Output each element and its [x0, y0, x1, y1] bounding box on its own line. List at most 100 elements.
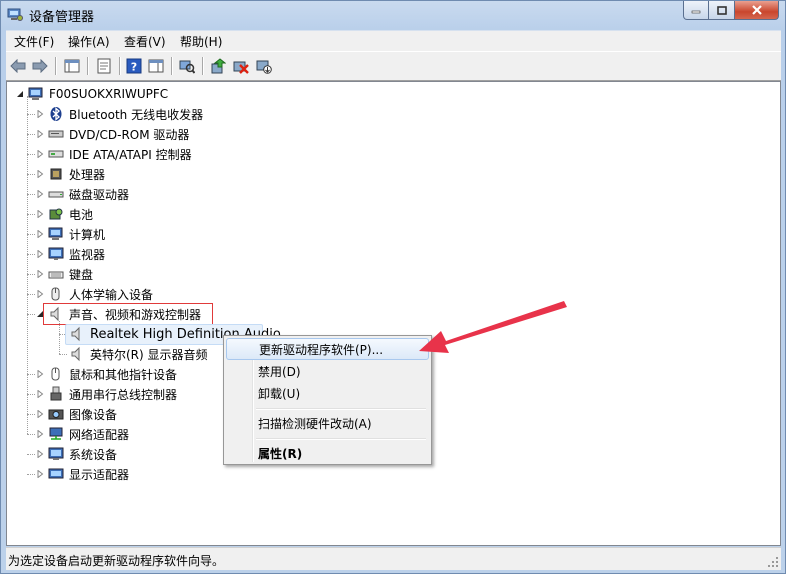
tree-category[interactable]: 网络适配器	[35, 425, 129, 443]
title-bar[interactable]: 设备管理器	[1, 1, 785, 29]
tree-category[interactable]: 电池	[35, 205, 93, 223]
disk-drive-icon	[48, 186, 64, 202]
processor-icon	[48, 166, 64, 182]
update-driver-button[interactable]	[208, 56, 228, 76]
tree-category[interactable]: 鼠标和其他指针设备	[35, 365, 177, 383]
device-tree[interactable]: F00SUOKXRIWUPFC Bluetooth 无线电收发器 DVD/CD-R…	[6, 81, 781, 546]
close-button[interactable]	[735, 1, 779, 20]
highlight-box	[43, 303, 213, 325]
keyboard-icon	[48, 266, 64, 282]
forward-button[interactable]	[30, 56, 50, 76]
help-button[interactable]: ?	[124, 56, 144, 76]
forward-arrow-icon	[32, 59, 48, 73]
expand-arrow-icon[interactable]	[35, 389, 45, 399]
speaker-icon	[69, 326, 85, 342]
expand-arrow-icon[interactable]	[35, 469, 45, 479]
tree-category[interactable]: DVD/CD-ROM 驱动器	[35, 125, 189, 143]
toolbar: ?	[6, 51, 781, 81]
expand-arrow-icon[interactable]	[35, 189, 45, 199]
tree-category[interactable]: 人体学输入设备	[35, 285, 153, 303]
expand-arrow-icon[interactable]	[35, 409, 45, 419]
monitor-icon	[48, 246, 64, 262]
resize-grip-icon[interactable]	[767, 556, 779, 568]
expand-arrow-icon[interactable]	[35, 369, 45, 379]
menu-uninstall[interactable]: 卸载(U)	[226, 382, 429, 404]
menu-file[interactable]: 文件(F)	[11, 33, 57, 50]
ide-controller-icon	[48, 146, 64, 162]
tree-category[interactable]: 显示适配器	[35, 465, 129, 483]
back-button[interactable]	[8, 56, 28, 76]
tree-category-label: 磁盘驱动器	[69, 187, 130, 202]
tree-category-label: 系统设备	[69, 447, 118, 462]
device-intel-display-audio[interactable]: 英特尔(R) 显示器音频	[69, 345, 208, 363]
menu-view[interactable]: 查看(V)	[121, 33, 169, 50]
status-bar: 为选定设备启动更新驱动程序软件向导。	[6, 547, 781, 570]
tree-category-label: 人体学输入设备	[69, 287, 154, 302]
menu-update-driver-label: 更新驱动程序软件(P)...	[259, 342, 384, 357]
dvd-drive-icon	[48, 126, 64, 142]
action-pane-button[interactable]	[146, 56, 166, 76]
expand-arrow-icon[interactable]	[35, 129, 45, 139]
svg-text:?: ?	[131, 61, 137, 74]
expand-arrow-icon[interactable]	[35, 449, 45, 459]
tree-category-label: 通用串行总线控制器	[69, 387, 178, 402]
menu-disable[interactable]: 禁用(D)	[226, 360, 429, 382]
properties-button[interactable]	[94, 56, 114, 76]
collapse-arrow-icon[interactable]	[15, 89, 25, 99]
help-icon: ?	[126, 58, 142, 74]
system-device-icon	[48, 446, 64, 462]
speaker-icon	[69, 346, 85, 362]
console-tree-icon	[64, 59, 80, 73]
tree-category-label: DVD/CD-ROM 驱动器	[69, 127, 190, 142]
tree-root-label: F00SUOKXRIWUPFC	[49, 87, 169, 101]
bluetooth-icon	[48, 106, 64, 122]
tree-category[interactable]: IDE ATA/ATAPI 控制器	[35, 145, 192, 163]
tree-category-label: 计算机	[69, 227, 106, 242]
tree-category[interactable]: 图像设备	[35, 405, 117, 423]
expand-arrow-icon[interactable]	[35, 249, 45, 259]
tree-root[interactable]: F00SUOKXRIWUPFC	[15, 85, 168, 103]
tree-category-label: 显示适配器	[69, 467, 130, 482]
display-adapter-icon	[48, 466, 64, 482]
tree-category-label: 网络适配器	[69, 427, 130, 442]
mouse-icon	[48, 366, 64, 382]
tree-category[interactable]: 键盘	[35, 265, 93, 283]
menu-action[interactable]: 操作(A)	[65, 33, 113, 50]
menu-help[interactable]: 帮助(H)	[177, 33, 225, 50]
tree-category[interactable]: 处理器	[35, 165, 105, 183]
close-icon	[751, 5, 762, 15]
uninstall-button[interactable]	[231, 56, 251, 76]
expand-arrow-icon[interactable]	[35, 209, 45, 219]
expand-arrow-icon[interactable]	[35, 429, 45, 439]
expand-arrow-icon[interactable]	[35, 289, 45, 299]
menu-update-driver[interactable]: 更新驱动程序软件(P)...	[226, 338, 429, 360]
tree-category[interactable]: 监视器	[35, 245, 105, 263]
menu-properties-label: 属性(R)	[258, 446, 303, 461]
properties-icon	[97, 58, 111, 74]
expand-arrow-icon[interactable]	[35, 269, 45, 279]
tree-category[interactable]: 通用串行总线控制器	[35, 385, 177, 403]
expand-arrow-icon[interactable]	[35, 169, 45, 179]
tree-category[interactable]: 计算机	[35, 225, 105, 243]
tree-category-label: 处理器	[69, 167, 106, 182]
tree-category-label: 键盘	[69, 267, 94, 282]
minimize-button[interactable]	[683, 1, 709, 20]
expand-arrow-icon[interactable]	[35, 229, 45, 239]
tree-category[interactable]: Bluetooth 无线电收发器	[35, 105, 203, 123]
tree-category[interactable]: 磁盘驱动器	[35, 185, 129, 203]
update-driver-icon	[211, 58, 226, 74]
expand-arrow-icon[interactable]	[35, 109, 45, 119]
menu-properties[interactable]: 属性(R)	[226, 442, 429, 464]
expand-arrow-icon[interactable]	[35, 149, 45, 159]
disable-button[interactable]	[254, 56, 274, 76]
usb-icon	[48, 386, 64, 402]
menu-scan-hardware[interactable]: 扫描检测硬件改动(A)	[226, 412, 429, 434]
tree-category[interactable]: 系统设备	[35, 445, 117, 463]
maximize-button[interactable]	[709, 1, 735, 20]
scan-hardware-button[interactable]	[177, 56, 197, 76]
uninstall-icon	[233, 61, 249, 74]
menu-uninstall-label: 卸载(U)	[258, 386, 301, 401]
console-tree-button[interactable]	[62, 56, 82, 76]
device-manager-icon	[7, 8, 23, 21]
computer-icon	[48, 226, 64, 242]
